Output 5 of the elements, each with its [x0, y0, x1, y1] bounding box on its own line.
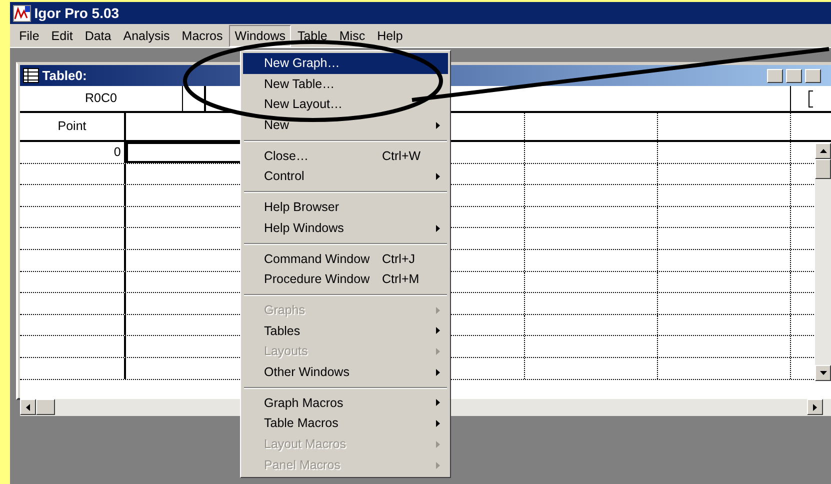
- header-cell: R0C0: [20, 86, 183, 111]
- column-header: Point: [20, 113, 126, 140]
- window-title: Igor Pro 5.03: [34, 4, 120, 23]
- table-cell: 0: [20, 142, 126, 163]
- table-title: Table0:: [42, 66, 87, 85]
